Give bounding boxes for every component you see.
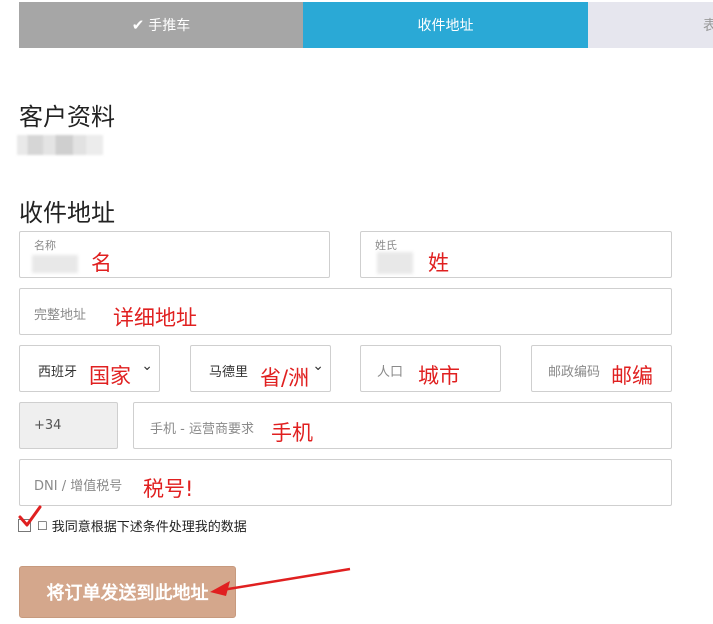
customer-section-title: 客户资料 [19,103,115,131]
annotation-last-name: 姓 [428,251,449,275]
customer-name-blurred [17,135,103,155]
first-name-label: 名称 [34,239,56,252]
country-value: 西班牙 [38,365,78,380]
last-name-label: 姓氏 [375,239,397,252]
phone-input[interactable]: 手机 - 运营商要求 [133,402,672,449]
chevron-down-icon: ⌄ [312,358,324,374]
consent-label: 我同意根据下述条件处理我的数据 [51,520,247,535]
chevron-down-icon: ⌄ [141,358,153,374]
annotation-full-address: 详细地址 [113,306,197,330]
first-name-field[interactable]: 名称 [19,231,330,278]
step-shipping-address[interactable]: 收件地址 [303,2,588,48]
step-cart-label: 手推车 [148,18,191,34]
city-placeholder: 人口 [377,365,404,380]
annotation-country: 国家 [89,364,131,388]
consent-row: ☐ 我同意根据下述条件处理我的数据 [18,516,247,535]
step-next[interactable]: 表 [588,2,713,48]
annotation-tax-id: 税号! [143,477,194,501]
send-order-button-label: 将订单发送到此地址 [46,583,209,604]
red-arrow-icon [210,567,351,596]
region-value: 马德里 [209,365,249,380]
phone-prefix-value: +34 [34,418,62,433]
checkmark-icon: ✔ [131,16,145,34]
phone-prefix: +34 [19,402,118,449]
last-name-value-blurred [377,252,413,274]
phone-placeholder: 手机 - 运营商要求 [150,422,254,437]
annotation-zip: 邮编 [611,364,653,388]
step-cart[interactable]: ✔ 手推车 [19,2,303,48]
first-name-value-blurred [32,255,78,273]
step-address-label: 收件地址 [417,18,474,34]
annotation-city: 城市 [418,364,460,388]
full-address-placeholder: 完整地址 [34,308,87,323]
tax-id-input[interactable]: DNI / 增值税号 [19,459,672,506]
hand-drawn-check-icon [18,505,42,527]
address-section-title: 收件地址 [19,199,115,227]
zip-placeholder: 邮政编码 [548,365,601,380]
checkout-steps: ✔ 手推车 收件地址 表 [19,2,713,48]
tax-id-placeholder: DNI / 增值税号 [34,479,123,494]
step-next-label: 表 [703,18,713,34]
last-name-field[interactable]: 姓氏 [360,231,672,278]
annotation-phone: 手机 [271,421,313,445]
annotation-first-name: 名 [91,251,112,275]
annotation-region: 省/洲 [260,366,310,390]
